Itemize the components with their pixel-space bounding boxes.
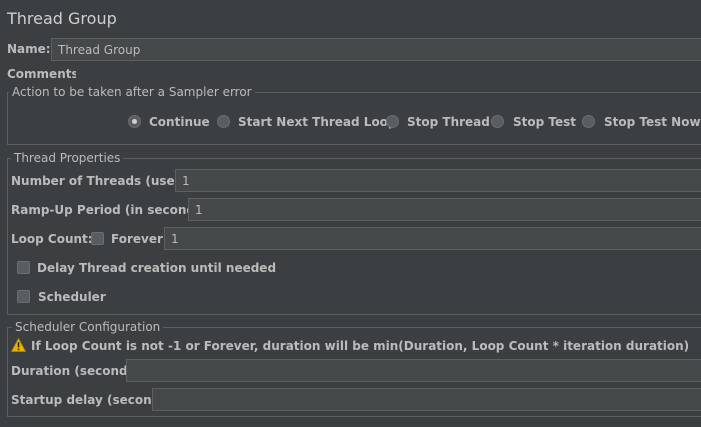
forever-label[interactable]: Forever	[111, 232, 163, 246]
name-field[interactable]: Thread Group	[51, 38, 701, 61]
stop-thread-label[interactable]: Stop Thread	[407, 115, 490, 129]
scheduler-warning-text: If Loop Count is not -1 or Forever, dura…	[31, 339, 690, 353]
rampup-label: Ramp-Up Period (in seconds):	[11, 203, 213, 217]
loop-count-label: Loop Count:	[11, 232, 93, 246]
thread-properties-legend: Thread Properties	[11, 151, 124, 165]
scheduler-checkbox[interactable]	[17, 290, 30, 303]
page-title: Thread Group	[7, 9, 117, 28]
continue-radio[interactable]	[128, 115, 141, 128]
scheduler-label[interactable]: Scheduler	[38, 290, 106, 304]
threads-label: Number of Threads (users):	[11, 174, 199, 188]
stop-test-radio[interactable]	[491, 115, 504, 128]
comments-field[interactable]	[76, 65, 701, 82]
stop-test-now-radio[interactable]	[582, 115, 595, 128]
delay-thread-checkbox[interactable]	[17, 261, 30, 274]
warning-icon	[10, 337, 27, 352]
rampup-input[interactable]: 1	[188, 198, 701, 221]
name-label: Name:	[7, 42, 51, 56]
threads-input[interactable]: 1	[175, 169, 701, 192]
startup-delay-input[interactable]	[152, 388, 701, 411]
continue-label[interactable]: Continue	[149, 115, 210, 129]
startup-delay-label: Startup delay (seconds)	[11, 393, 173, 407]
comments-label: Comments:	[7, 67, 84, 81]
duration-input[interactable]	[126, 359, 701, 382]
sampler-error-legend: Action to be taken after a Sampler error	[9, 85, 255, 99]
forever-checkbox[interactable]	[91, 232, 104, 245]
delay-thread-label[interactable]: Delay Thread creation until needed	[37, 261, 276, 275]
scheduler-config-legend: Scheduler Configuration	[12, 320, 164, 334]
duration-label: Duration (seconds)	[11, 364, 141, 378]
start-next-loop-radio[interactable]	[217, 115, 230, 128]
stop-test-now-label[interactable]: Stop Test Now	[604, 115, 701, 129]
loop-count-input[interactable]: 1	[164, 227, 701, 250]
stop-thread-radio[interactable]	[386, 115, 399, 128]
stop-test-label[interactable]: Stop Test	[513, 115, 576, 129]
start-next-loop-label[interactable]: Start Next Thread Loop	[238, 115, 397, 129]
